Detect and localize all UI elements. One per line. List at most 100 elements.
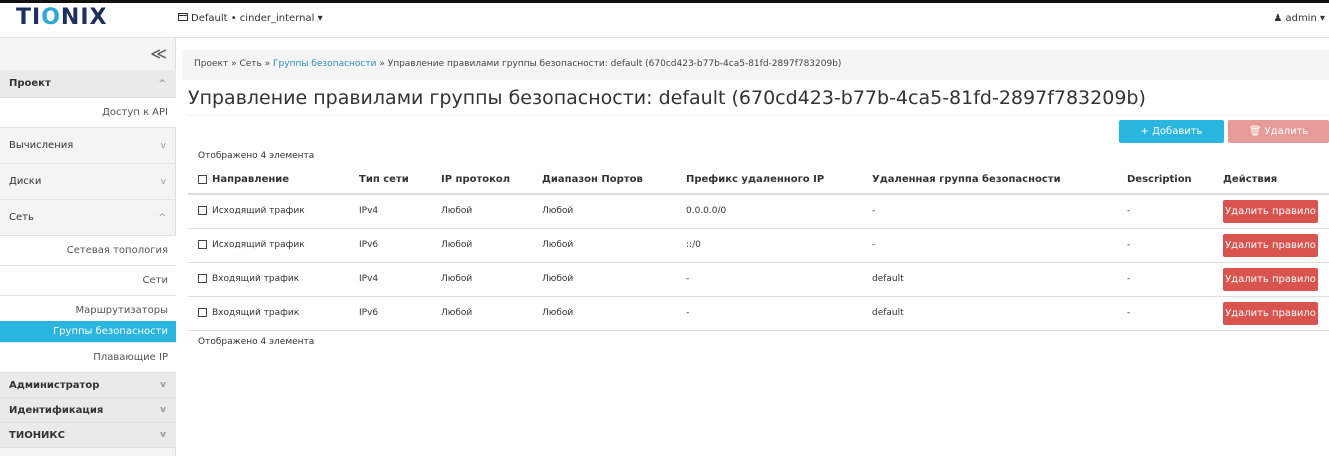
delete-rule-button[interactable]: Удалить правило bbox=[1223, 199, 1318, 223]
user-icon: ♟ bbox=[1273, 13, 1283, 24]
brand-logo[interactable]: TIONIX bbox=[16, 5, 107, 30]
cell-description: - bbox=[1127, 228, 1223, 263]
cell-port-range: Любой bbox=[542, 296, 686, 331]
col-description[interactable]: Description bbox=[1127, 166, 1223, 195]
table-row: Исходящий трафик IPv4 Любой Любой 0.0.0.… bbox=[188, 194, 1329, 229]
project-switcher[interactable]: Default • cinder_internal ▾ bbox=[178, 13, 323, 24]
chevron-up-icon: ^ bbox=[158, 213, 166, 223]
sidebar-section-admin[interactable]: Администратор v bbox=[0, 373, 176, 398]
row-select-cell bbox=[188, 194, 212, 229]
sidebar-section-label: Проект bbox=[9, 78, 51, 89]
user-menu[interactable]: ♟ admin ▾ bbox=[1273, 13, 1325, 24]
delete-rule-button[interactable]: Удалить правило bbox=[1223, 301, 1318, 325]
sidebar-item-security-groups[interactable]: Группы безопасности bbox=[0, 321, 176, 343]
sidebar-category-label: Сеть bbox=[9, 212, 34, 223]
project-switcher-label: Default • cinder_internal ▾ bbox=[191, 13, 323, 24]
row-select-cell bbox=[188, 296, 212, 331]
col-ether-type[interactable]: Тип сети bbox=[359, 166, 441, 195]
sidebar-category-network[interactable]: Сеть ^ bbox=[0, 200, 176, 236]
sidebar-item-floating-ips[interactable]: Плавающие IP bbox=[0, 343, 176, 373]
col-actions: Действия bbox=[1223, 166, 1329, 195]
sidebar-item-label: Маршрутизаторы bbox=[75, 305, 168, 316]
cell-remote-ip-prefix: ::/0 bbox=[686, 228, 872, 263]
sidebar: ≪ Проект ^ Доступ к API Вычисления v Дис… bbox=[0, 38, 176, 456]
cell-actions: Удалить правило bbox=[1223, 228, 1329, 263]
sidebar-section-tionix[interactable]: ТИОНИКС v bbox=[0, 423, 176, 448]
sidebar-category-label: Вычисления bbox=[9, 140, 74, 151]
cell-remote-security-group: - bbox=[872, 228, 1127, 263]
cell-remote-ip-prefix: - bbox=[686, 262, 872, 297]
sidebar-item-api-access[interactable]: Доступ к API bbox=[0, 98, 176, 128]
sidebar-collapse-icon[interactable]: ≪ bbox=[150, 44, 167, 63]
cell-direction: Исходящий трафик bbox=[212, 228, 359, 263]
chevron-down-icon: v bbox=[160, 177, 166, 187]
cell-description: - bbox=[1127, 296, 1223, 331]
cell-ether-type: IPv4 bbox=[359, 194, 441, 229]
breadcrumb: Проект » Сеть » Группы безопасности » Уп… bbox=[182, 50, 1329, 80]
chevron-down-icon: v bbox=[160, 141, 166, 151]
items-count-bottom: Отображено 4 элемента bbox=[198, 337, 315, 347]
sidebar-category-compute[interactable]: Вычисления v bbox=[0, 128, 176, 164]
row-select-cell bbox=[188, 228, 212, 263]
delete-rule-button[interactable]: Удалить правило bbox=[1223, 267, 1318, 291]
sidebar-category-disks[interactable]: Диски v bbox=[0, 164, 176, 200]
divider bbox=[188, 115, 1329, 116]
cell-ip-protocol: Любой bbox=[441, 296, 542, 331]
cell-description: - bbox=[1127, 194, 1223, 229]
sidebar-item-label: Плавающие IP bbox=[93, 352, 168, 363]
row-checkbox[interactable] bbox=[198, 308, 207, 317]
select-all-cell bbox=[188, 166, 212, 195]
cell-direction: Входящий трафик bbox=[212, 296, 359, 331]
main-content: Проект » Сеть » Группы безопасности » Уп… bbox=[177, 38, 1329, 456]
sidebar-item-label: Группы безопасности bbox=[53, 326, 168, 337]
sidebar-item-label: Сети bbox=[142, 275, 168, 286]
sidebar-section-identity[interactable]: Идентификация v bbox=[0, 398, 176, 423]
breadcrumb-current: Управление правилами группы безопасности… bbox=[387, 59, 842, 69]
cell-ether-type: IPv6 bbox=[359, 228, 441, 263]
breadcrumb-separator: » bbox=[261, 59, 274, 69]
user-menu-label: admin ▾ bbox=[1285, 13, 1325, 24]
cell-actions: Удалить правило bbox=[1223, 296, 1329, 331]
sidebar-item-networks[interactable]: Сети bbox=[0, 266, 176, 296]
col-remote-security-group[interactable]: Удаленная группа безопасности bbox=[872, 166, 1127, 195]
rules-table: Направление Тип сети IP протокол Диапазо… bbox=[188, 166, 1329, 331]
breadcrumb-security-groups-link[interactable]: Группы безопасности bbox=[273, 59, 376, 69]
table-row: Входящий трафик IPv6 Любой Любой - defau… bbox=[188, 296, 1329, 331]
cell-ip-protocol: Любой bbox=[441, 228, 542, 263]
sidebar-item-network-topology[interactable]: Сетевая топология bbox=[0, 236, 176, 266]
col-remote-ip-prefix[interactable]: Префикс удаленного IP bbox=[686, 166, 872, 195]
sidebar-section-label: Администратор bbox=[9, 380, 100, 391]
col-direction[interactable]: Направление bbox=[212, 166, 359, 195]
row-select-cell bbox=[188, 262, 212, 297]
cell-remote-ip-prefix: 0.0.0.0/0 bbox=[686, 194, 872, 229]
cell-remote-security-group: default bbox=[872, 296, 1127, 331]
cell-ether-type: IPv6 bbox=[359, 296, 441, 331]
top-navbar: TIONIX Default • cinder_internal ▾ ♟ adm… bbox=[0, 0, 1329, 38]
row-checkbox[interactable] bbox=[198, 274, 207, 283]
col-port-range[interactable]: Диапазон Портов bbox=[542, 166, 686, 195]
delete-rules-button[interactable]: 🗑 Удалить правила bbox=[1228, 120, 1329, 160]
cell-ether-type: IPv4 bbox=[359, 262, 441, 297]
cell-port-range: Любой bbox=[542, 228, 686, 263]
cell-description: - bbox=[1127, 262, 1223, 297]
cell-remote-ip-prefix: - bbox=[686, 296, 872, 331]
sidebar-item-label: Доступ к API bbox=[102, 107, 168, 118]
col-ip-protocol[interactable]: IP протокол bbox=[441, 166, 542, 195]
sidebar-item-label: Сетевая топология bbox=[66, 245, 168, 256]
chevron-up-icon: ^ bbox=[158, 79, 166, 89]
grid-icon bbox=[178, 13, 188, 21]
sidebar-section-label: ТИОНИКС bbox=[9, 430, 65, 441]
cell-ip-protocol: Любой bbox=[441, 262, 542, 297]
delete-rule-button[interactable]: Удалить правило bbox=[1223, 233, 1318, 257]
select-all-checkbox[interactable] bbox=[198, 174, 207, 184]
table-row: Исходящий трафик IPv6 Любой Любой ::/0 -… bbox=[188, 228, 1329, 263]
cell-actions: Удалить правило bbox=[1223, 194, 1329, 229]
breadcrumb-project: Проект bbox=[194, 59, 229, 69]
row-checkbox[interactable] bbox=[198, 206, 207, 216]
sidebar-section-project[interactable]: Проект ^ bbox=[0, 70, 176, 98]
row-checkbox[interactable] bbox=[198, 240, 207, 249]
sidebar-section-label: Идентификация bbox=[9, 405, 104, 416]
cell-direction: Входящий трафик bbox=[212, 262, 359, 297]
add-rule-button[interactable]: + Добавить правило bbox=[1119, 120, 1224, 160]
cell-remote-security-group: - bbox=[872, 194, 1127, 229]
